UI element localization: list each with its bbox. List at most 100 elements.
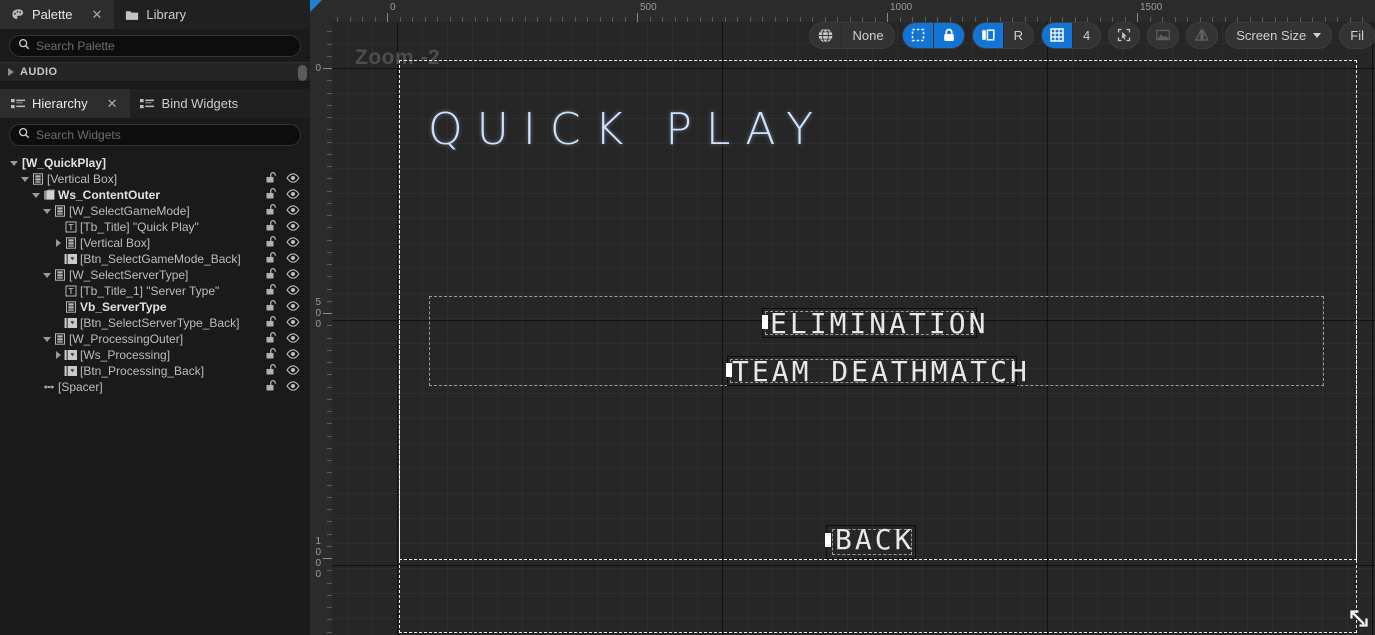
- hierarchy-row[interactable]: T [Tb_Title_1] "Server Type": [0, 283, 310, 299]
- search-icon: [18, 37, 30, 55]
- ruler-tick: [599, 17, 601, 22]
- ruler-tick: [327, 619, 332, 621]
- tab-hierarchy[interactable]: Hierarchy ✕: [0, 89, 130, 118]
- eye-icon[interactable]: [286, 380, 300, 395]
- hierarchy-row-controls: [265, 283, 300, 299]
- lock-icon[interactable]: [932, 22, 964, 48]
- hierarchy-row[interactable]: [W_QuickPlay]: [0, 155, 310, 171]
- button-team-deathmatch-label[interactable]: TEAM DEATHMATCH: [732, 355, 1030, 388]
- ruler-tick: [537, 17, 538, 22]
- chevron-right-icon[interactable]: [52, 347, 64, 363]
- ruler-label: 1000: [890, 2, 913, 13]
- resolution-r-label[interactable]: R: [1002, 22, 1033, 48]
- hierarchy-row-label: [Btn_Processing_Back]: [80, 364, 205, 378]
- eye-icon[interactable]: [286, 284, 300, 299]
- unlocked-padlock-icon[interactable]: [265, 299, 278, 315]
- close-icon[interactable]: ✕: [91, 8, 102, 21]
- designer-canvas[interactable]: Zoom -2 QUICK PLAY ELIMINATION TEAM DEAT…: [332, 22, 1375, 635]
- tab-hierarchy-label: Hierarchy: [32, 96, 88, 111]
- hierarchy-row[interactable]: [Spacer]: [0, 379, 310, 395]
- grid-size-value[interactable]: 4: [1071, 22, 1100, 48]
- grid-snap-icon[interactable]: [1041, 22, 1072, 48]
- unlocked-padlock-icon[interactable]: [265, 203, 278, 219]
- unlocked-padlock-icon[interactable]: [265, 267, 278, 283]
- tab-palette[interactable]: Palette ✕: [0, 0, 115, 29]
- fill-dropdown[interactable]: Fil: [1340, 23, 1374, 48]
- hierarchy-row[interactable]: [W_SelectGameMode]: [0, 203, 310, 219]
- localization-preview-label[interactable]: None: [841, 22, 893, 48]
- ruler-corner[interactable]: [310, 0, 332, 22]
- ruler-tick: [437, 17, 438, 22]
- hierarchy-search-input[interactable]: Search Widgets: [9, 124, 301, 146]
- hierarchy-row[interactable]: [W_SelectServerType]: [0, 267, 310, 283]
- hierarchy-row[interactable]: [Vertical Box]: [0, 171, 310, 187]
- selection-handle[interactable]: [726, 363, 732, 377]
- eye-icon[interactable]: [286, 364, 300, 379]
- eye-icon[interactable]: [286, 300, 300, 315]
- unlocked-padlock-icon[interactable]: [265, 315, 278, 331]
- selection-handle[interactable]: [762, 315, 768, 329]
- ruler-tick: [662, 17, 663, 22]
- unlocked-padlock-icon[interactable]: [265, 331, 278, 347]
- tab-bind-widgets[interactable]: Bind Widgets: [130, 89, 251, 118]
- close-icon[interactable]: ✕: [107, 97, 118, 110]
- chevron-down-icon[interactable]: [41, 331, 53, 347]
- hierarchy-row[interactable]: T [Tb_Title] "Quick Play": [0, 219, 310, 235]
- unlocked-padlock-icon[interactable]: [265, 187, 278, 203]
- hierarchy-row[interactable]: [Btn_Processing_Back]: [0, 363, 310, 379]
- chevron-down-icon[interactable]: [19, 171, 31, 187]
- resize-grip-icon[interactable]: [1348, 608, 1370, 630]
- eye-icon[interactable]: [286, 220, 300, 235]
- hierarchy-row-controls: [265, 331, 300, 347]
- unlocked-padlock-icon[interactable]: [265, 347, 278, 363]
- hierarchy-row[interactable]: [Btn_SelectGameMode_Back]: [0, 251, 310, 267]
- eye-icon[interactable]: [286, 252, 300, 267]
- eye-icon[interactable]: [286, 332, 300, 347]
- chevron-down-icon[interactable]: [41, 267, 53, 283]
- hierarchy-row[interactable]: [Ws_Processing]: [0, 347, 310, 363]
- chevron-right-icon[interactable]: [52, 235, 64, 251]
- tab-library[interactable]: Library: [114, 0, 198, 29]
- palette-scrollbar[interactable]: [298, 65, 307, 81]
- image-preview-icon[interactable]: [1148, 23, 1178, 48]
- unlocked-padlock-icon[interactable]: [265, 283, 278, 299]
- chevron-down-icon[interactable]: [8, 155, 20, 171]
- ruler-label: 0: [315, 63, 321, 74]
- vertical-ruler[interactable]: 0 500 1000: [310, 22, 332, 635]
- palette-search-input[interactable]: Search Palette: [9, 35, 301, 57]
- eye-icon[interactable]: [286, 236, 300, 251]
- hierarchy-row[interactable]: [Vertical Box]: [0, 235, 310, 251]
- ruler-tick: [327, 570, 332, 572]
- button-back-label[interactable]: BACK: [835, 523, 914, 556]
- chevron-down-icon[interactable]: [41, 203, 53, 219]
- unlocked-padlock-icon[interactable]: [265, 363, 278, 379]
- unlocked-padlock-icon[interactable]: [265, 219, 278, 235]
- eye-icon[interactable]: [286, 172, 300, 187]
- eye-icon[interactable]: [286, 316, 300, 331]
- hierarchy-row[interactable]: [W_ProcessingOuter]: [0, 331, 310, 347]
- text-block-icon: T: [64, 284, 78, 298]
- unlocked-padlock-icon[interactable]: [265, 251, 278, 267]
- dashed-outline-icon[interactable]: [902, 22, 933, 48]
- horizontal-ruler[interactable]: 0 500 1000 1500: [310, 0, 1375, 22]
- hierarchy-row[interactable]: [Btn_SelectServerType_Back]: [0, 315, 310, 331]
- hierarchy-row[interactable]: Vb_ServerType: [0, 299, 310, 315]
- chevron-down-icon[interactable]: [30, 187, 42, 203]
- hierarchy-row[interactable]: Ws_ContentOuter: [0, 187, 310, 203]
- unlocked-padlock-icon[interactable]: [265, 235, 278, 251]
- selection-handle[interactable]: [825, 533, 831, 547]
- eye-icon[interactable]: [286, 348, 300, 363]
- globe-icon[interactable]: [810, 23, 841, 48]
- list-icon: [10, 96, 25, 111]
- unlocked-padlock-icon[interactable]: [265, 171, 278, 187]
- mirror-icon[interactable]: [1187, 23, 1217, 48]
- layout-dpi-icon[interactable]: [972, 22, 1003, 48]
- palette-category-audio[interactable]: AUDIO: [0, 62, 310, 82]
- unlocked-padlock-icon[interactable]: [265, 379, 278, 395]
- eye-icon[interactable]: [286, 204, 300, 219]
- eye-icon[interactable]: [286, 188, 300, 203]
- eye-icon[interactable]: [286, 268, 300, 283]
- select-snap-icon[interactable]: [1109, 23, 1139, 48]
- screen-size-dropdown[interactable]: Screen Size: [1226, 23, 1331, 48]
- button-elimination-label[interactable]: ELIMINATION: [770, 307, 988, 340]
